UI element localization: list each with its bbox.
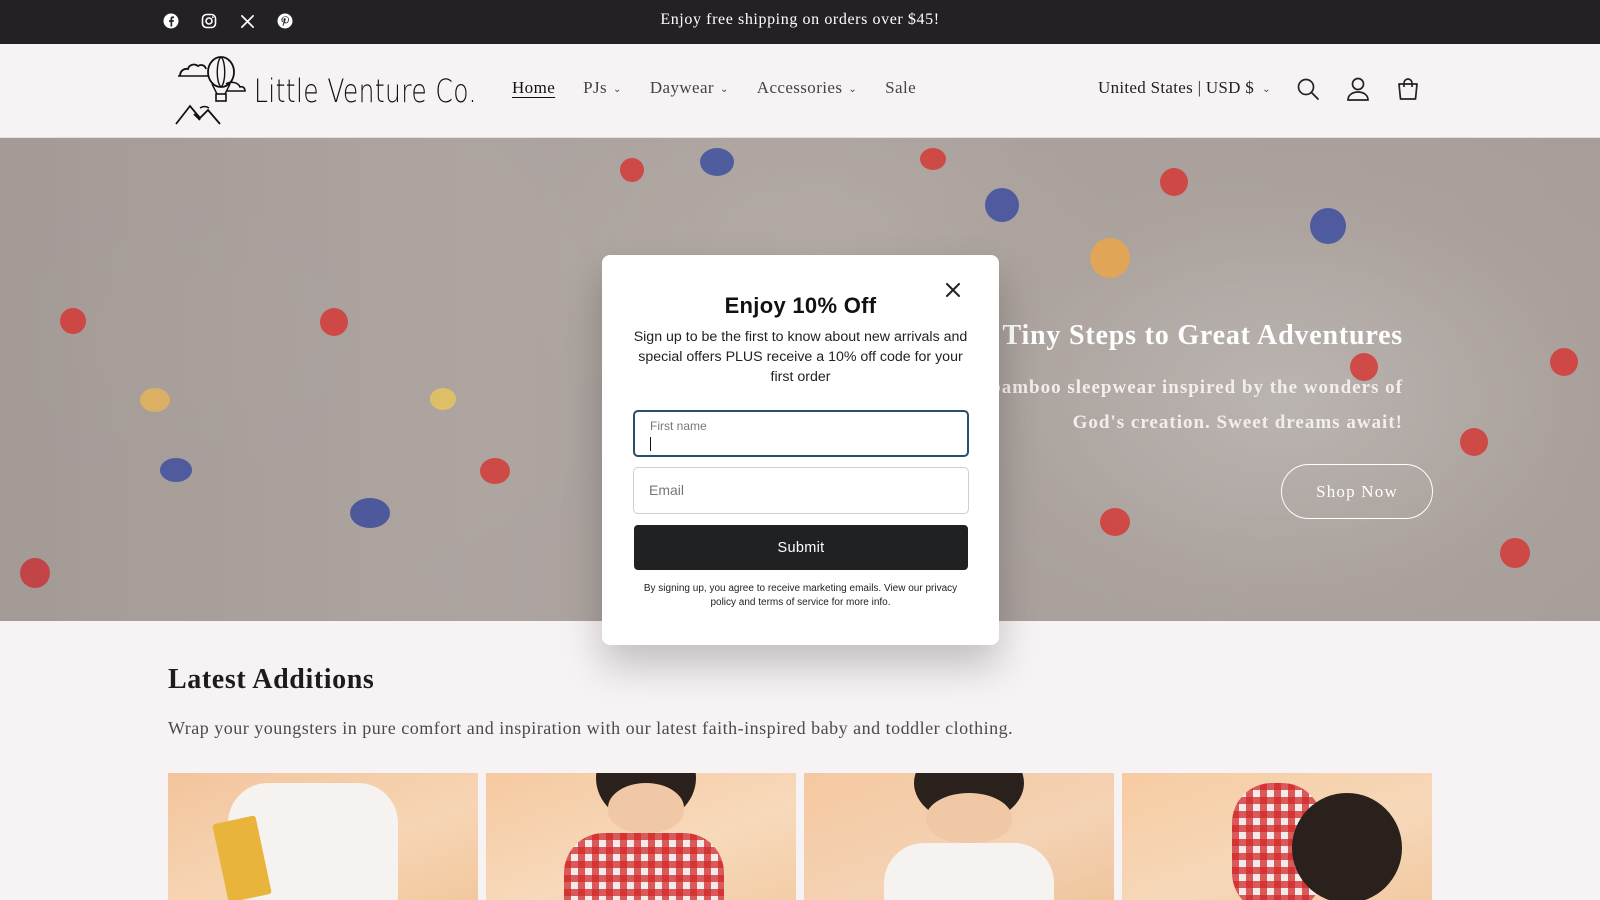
product-grid: [168, 773, 1432, 900]
nav-pjs[interactable]: PJs ⌄: [583, 78, 622, 98]
child-head: [1292, 793, 1402, 900]
fruit-print: [160, 458, 192, 482]
fruit-print: [1310, 208, 1346, 244]
fruit-print: [1550, 348, 1578, 376]
latest-additions-subtitle: Wrap your youngsters in pure comfort and…: [168, 718, 1014, 738]
chevron-down-icon: ⌄: [613, 83, 622, 95]
fruit-print: [430, 388, 456, 410]
fruit-print: [1460, 428, 1488, 456]
first-name-label: First name: [650, 419, 707, 433]
fruit-print: [480, 458, 510, 484]
fruit-print: [20, 558, 50, 588]
cart-icon[interactable]: [1396, 76, 1420, 102]
fruit-print: [1500, 538, 1530, 568]
chevron-down-icon: ⌄: [848, 83, 858, 95]
locale-label: United States | USD $: [1098, 78, 1255, 97]
nav-sale[interactable]: Sale: [885, 78, 916, 98]
site-logo[interactable]: Little Venture Co.: [174, 54, 540, 128]
product-card[interactable]: [168, 773, 478, 900]
modal-title: Enjoy 10% Off: [724, 293, 877, 318]
site-header: Little Venture Co. Home PJs ⌄ Daywear ⌄ Ac…: [0, 44, 1600, 138]
nav-accessories[interactable]: Accessories ⌄: [757, 78, 857, 98]
search-icon[interactable]: [1296, 76, 1320, 102]
shop-now-button[interactable]: Shop Now: [1281, 464, 1433, 519]
hero-subtitle: zy bamboo sleepwear inspired by the wond…: [964, 377, 1403, 433]
nav-daywear-label: Daywear: [649, 78, 714, 97]
print-pajamas: [884, 843, 1054, 900]
product-card[interactable]: [1122, 773, 1432, 900]
announcement-text: Enjoy free shipping on orders over $45!: [660, 11, 940, 28]
submit-button[interactable]: Submit: [634, 525, 968, 570]
fruit-print: [920, 148, 946, 170]
logo-wordmark: Little Venture Co.: [254, 72, 477, 110]
child-face: [608, 783, 684, 833]
email-field[interactable]: Email: [633, 467, 969, 514]
hot-air-balloon-logo-icon: [175, 56, 246, 125]
email-placeholder: Email: [649, 482, 685, 498]
nav-daywear[interactable]: Daywear ⌄: [650, 78, 729, 98]
fruit-print: [140, 388, 170, 412]
nav-pjs-label: PJs: [583, 78, 608, 97]
gingham-pajamas: [564, 833, 724, 900]
signup-modal: Enjoy 10% Off Sign up to be the first to…: [602, 255, 999, 645]
fruit-print: [1100, 508, 1130, 536]
fruit-print: [700, 148, 734, 176]
first-name-field[interactable]: First name: [633, 410, 969, 457]
fruit-print: [985, 188, 1019, 222]
nav-accessories-label: Accessories: [756, 78, 843, 97]
modal-description: Sign up to be the first to know about ne…: [633, 329, 968, 385]
latest-additions-title: Latest Additions: [168, 664, 375, 695]
fruit-print: [60, 308, 86, 334]
nav-home-label: Home: [512, 78, 556, 97]
announcement-bar: Enjoy free shipping on orders over $45!: [0, 0, 1600, 44]
product-card[interactable]: [486, 773, 796, 900]
fruit-print: [350, 498, 390, 528]
nav-sale-label: Sale: [885, 78, 917, 97]
locale-selector[interactable]: United States | USD $ ⌄: [1098, 78, 1271, 98]
account-icon[interactable]: [1346, 76, 1370, 102]
text-caret: [650, 437, 651, 451]
fruit-print: [1160, 168, 1188, 196]
child-face: [926, 793, 1012, 843]
nav-home[interactable]: Home: [512, 78, 555, 98]
chevron-down-icon: ⌄: [1262, 83, 1271, 95]
chevron-down-icon: ⌄: [719, 83, 729, 95]
main-nav: Home PJs ⌄ Daywear ⌄ Accessories ⌄ Sale: [512, 78, 916, 98]
hero-title: m Tiny Steps to Great Adventures: [971, 320, 1403, 351]
legal-disclaimer: By signing up, you agree to receive mark…: [643, 583, 958, 608]
fruit-print: [1090, 238, 1130, 278]
fruit-print: [620, 158, 644, 182]
product-card[interactable]: [804, 773, 1114, 900]
fruit-print: [320, 308, 348, 336]
header-icons: [1296, 76, 1420, 102]
